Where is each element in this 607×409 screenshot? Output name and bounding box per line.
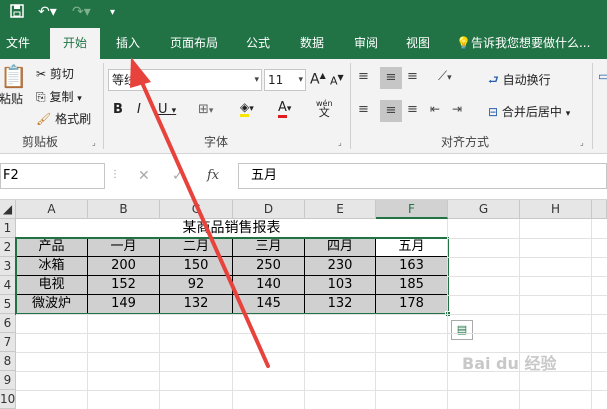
clipboard-group-label: 剪贴板 [22,135,59,149]
indent-icon: ⇥ [452,102,463,116]
fill-color-button[interactable]: ◈▾ [240,100,254,117]
row-header[interactable]: 10 [0,390,16,409]
insert-function-button[interactable]: fx [207,168,219,183]
row-header[interactable]: 9 [0,371,16,390]
align-right-button[interactable]: ≡ [407,102,418,117]
divider [103,63,104,149]
save-icon[interactable] [10,4,24,22]
wrap-text-button[interactable]: ⮐ 自动换行 [488,71,551,92]
align-top-button[interactable]: ≡ [358,69,369,84]
title-bar: ↶▾ ↷▾ ▾ [0,0,607,28]
align-center-icon: ≡ [385,103,397,118]
align-middle-icon: ≡ [385,70,397,85]
align-right-icon: ≡ [407,102,418,117]
name-box[interactable]: F2 [0,163,105,189]
align-left-button[interactable]: ≡ [358,102,369,117]
border-icon: ⊞ [198,102,209,117]
alignment-launcher-icon[interactable]: ⌟ [580,138,584,147]
tab-review[interactable]: 审阅 [346,28,386,59]
row-header[interactable]: 1 [0,219,16,238]
clipboard-icon: 📋 [0,65,28,90]
tab-view[interactable]: 视图 [400,28,436,59]
undo-icon[interactable]: ↶▾ [38,4,57,20]
select-all-corner[interactable]: ◢ [0,200,16,219]
outdent-icon: ⇤ [430,102,441,116]
redo-icon[interactable]: ↷▾ [72,4,91,20]
copy-icon: ⎘ [36,90,46,104]
cut-button[interactable]: ✂ 剪切 [36,65,74,82]
ribbon-tabs: 文件 开始 插入 页面布局 公式 数据 审阅 视图 💡告诉我您想要做什么... [0,28,607,59]
align-middle-button[interactable]: ≡ [380,67,402,89]
italic-button[interactable]: I [137,102,141,117]
paintbrush-icon: 🖌 [36,112,52,126]
chevron-down-icon: ▾ [298,75,303,85]
tab-home[interactable]: 开始 [50,28,100,59]
scissors-icon: ✂ [36,67,47,81]
copy-button[interactable]: ⎘ 复制 ▾ [36,88,82,105]
row-header[interactable]: 7 [0,333,16,352]
align-left-icon: ≡ [358,102,369,117]
align-bottom-icon: ≡ [407,69,418,84]
font-color-button[interactable]: A▾ [278,100,291,118]
paste-button[interactable]: 📋 粘贴 [0,65,28,111]
borders-button[interactable]: ⊞▾ [198,102,213,117]
shrink-font-button[interactable]: A▼ [330,73,344,88]
align-top-icon: ≡ [358,69,369,84]
row-header[interactable]: 5 [0,295,16,314]
worksheet-grid: ◢ A B C D E F G H 1 2 3 4 5 6 7 8 9 10 某… [0,200,607,409]
tab-file[interactable]: 文件 [0,28,36,59]
name-box-divider-icon: ⋮ [110,169,120,180]
fill-bucket-icon: ◈ [240,100,250,117]
orientation-icon: ⟋ [438,69,448,84]
watermark: Bai du 经验 [462,354,557,373]
row-header[interactable]: 3 [0,257,16,276]
tab-formulas[interactable]: 公式 [240,28,276,59]
format-painter-button[interactable]: 🖌 格式刷 [36,110,91,127]
divider [592,63,593,149]
underline-button[interactable]: U ▾ [158,102,176,117]
lightbulb-icon: 💡 [456,36,471,50]
row-header[interactable]: 4 [0,276,16,295]
font-launcher-icon[interactable]: ⌟ [338,138,342,147]
chevron-down-icon: ▾ [254,75,259,85]
clipboard-launcher-icon[interactable]: ⌟ [92,138,96,147]
formula-bar: F2 ⋮ ✕ ✓ fx 五月 [0,155,607,200]
row-header[interactable]: 8 [0,352,16,371]
tab-data[interactable]: 数据 [292,28,332,59]
divider [350,63,351,149]
align-bottom-button[interactable]: ≡ [407,69,418,84]
font-size-select[interactable]: 11 ▾ [264,69,306,91]
tell-me-box[interactable]: 💡告诉我您想要做什么... [456,28,607,59]
tab-insert[interactable]: 插入 [106,28,150,59]
increase-indent-button[interactable]: ⇥ [452,102,462,116]
formula-input[interactable]: 五月 [238,163,607,189]
enter-icon[interactable]: ✓ [172,168,184,184]
font-color-icon: A [278,100,287,118]
font-name-select[interactable]: 等线 ▾ [108,69,262,91]
grow-font-button[interactable]: A▲ [310,71,326,88]
merge-center-button[interactable]: ⊟ 合并后居中 ▾ [488,103,570,120]
font-group-label: 字体 [204,135,229,149]
align-center-button[interactable]: ≡ [380,100,402,122]
number-format-icon[interactable]: ▭ [598,69,607,83]
cancel-icon[interactable]: ✕ [138,168,150,184]
customize-quick-access-icon[interactable]: ▾ [110,7,115,18]
alignment-group-label: 对齐方式 [441,135,490,149]
row-header[interactable]: 2 [0,238,16,257]
phonetic-guide-button[interactable]: wén 文 [316,99,333,118]
merge-icon: ⊟ [488,105,499,119]
tab-page-layout[interactable]: 页面布局 [164,28,224,59]
ribbon-home: 📋 粘贴 ✂ 剪切 ⎘ 复制 ▾ 🖌 格式刷 剪贴板 ⌟ 等线 ▾ 11 ▾ A▲ … [0,59,607,154]
bold-button[interactable]: B [113,102,123,117]
decrease-indent-button[interactable]: ⇤ [430,102,440,116]
wrap-text-icon: ⮐ [488,73,499,87]
row-header[interactable]: 6 [0,314,16,333]
empty-gridlines [16,219,607,409]
orientation-button[interactable]: ⟋▾ [438,69,452,84]
